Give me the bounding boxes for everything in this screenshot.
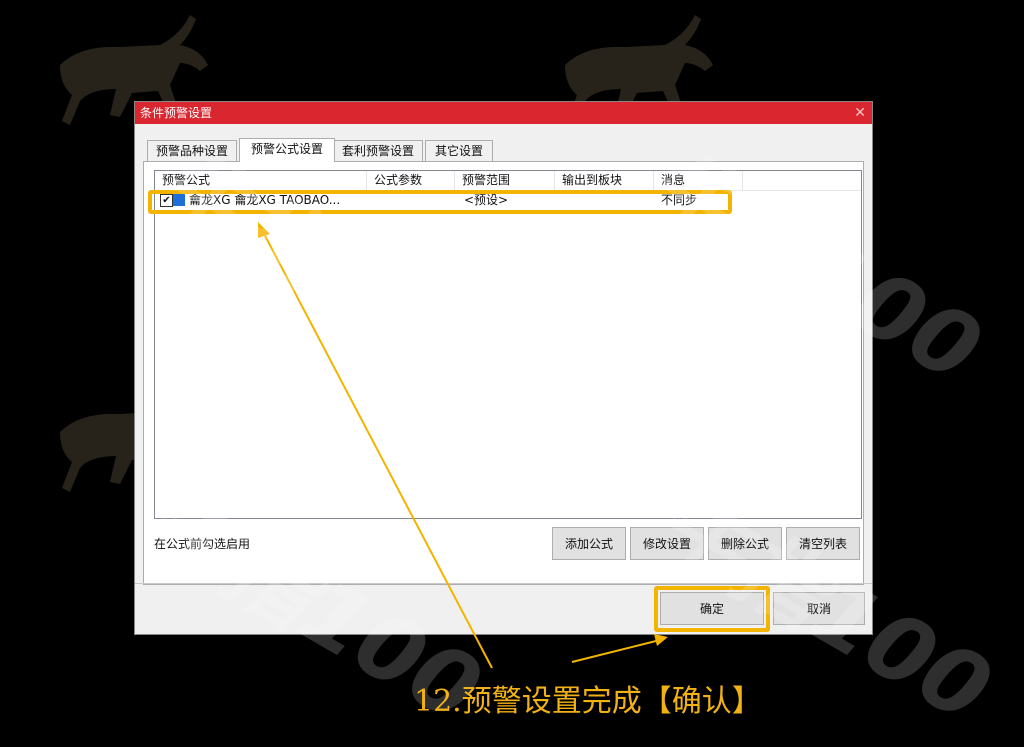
step-caption: 12.预警设置完成【确认】 bbox=[414, 684, 762, 719]
arrowhead-row-icon bbox=[258, 222, 270, 238]
annotation-arrows bbox=[258, 222, 668, 669]
arrow-to-row bbox=[261, 229, 493, 669]
tab-formula-settings[interactable]: 预警公式设置 bbox=[239, 138, 335, 162]
arrow-to-ok bbox=[571, 639, 661, 663]
arrowhead-ok-icon bbox=[654, 634, 668, 646]
